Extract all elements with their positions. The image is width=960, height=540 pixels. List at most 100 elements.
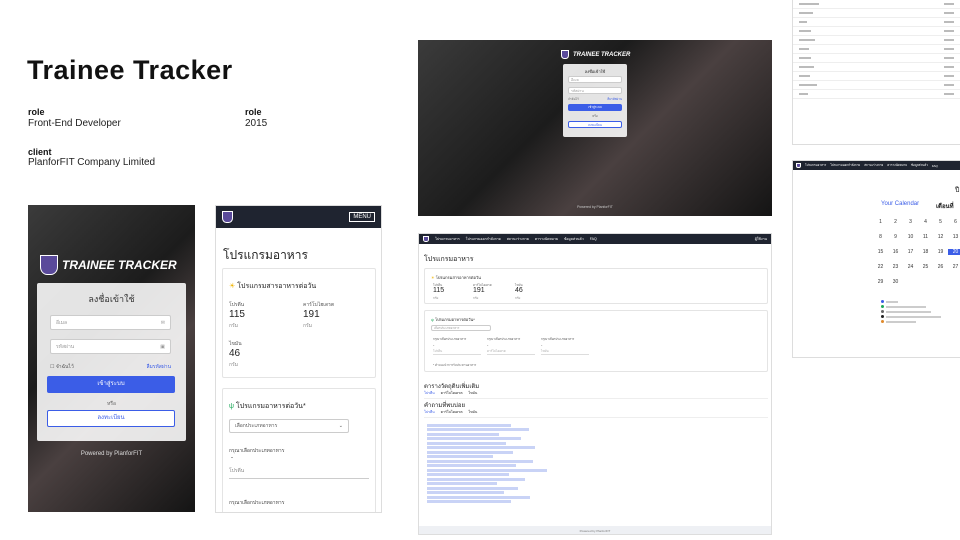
calendar-day[interactable]: 19 [933, 249, 948, 255]
tab-fat[interactable]: ไขมัน [468, 390, 477, 396]
calendar-day[interactable]: 25 [918, 264, 933, 270]
desktop-login-screen: TRAINEE TRACKER ลงชื่อเข้าใช้ อีเมล รหัส… [418, 40, 772, 216]
faq-item[interactable] [427, 486, 519, 490]
faq-item[interactable] [427, 441, 507, 445]
faq-item[interactable] [427, 423, 511, 427]
faq-item[interactable] [427, 464, 516, 467]
faq-item[interactable] [427, 455, 493, 458]
nav-item-exercise[interactable]: โปรแกรมออกกำลังกาย [830, 163, 860, 168]
calendar-day[interactable]: 23 [888, 264, 903, 270]
email-field[interactable]: อีเมล [568, 76, 622, 83]
food-type-select[interactable]: เลือกประเภทอาหาร [431, 325, 491, 331]
legend-item [881, 310, 951, 313]
calendar-day[interactable]: 13 [948, 234, 960, 240]
faq-item[interactable] [427, 428, 529, 431]
faq-item[interactable] [427, 482, 497, 485]
calendar-day[interactable]: 15 [873, 249, 888, 255]
register-button[interactable]: ลงทะเบียน [47, 410, 175, 427]
faq-item[interactable] [427, 500, 511, 503]
legend-text [886, 315, 941, 318]
login-heading: ลงชื่อเข้าใช้ [584, 69, 606, 74]
carb-input[interactable]: คาร์โบไฮเดรต [487, 349, 535, 355]
protein-unit: กรัม [229, 323, 239, 329]
data-table-screen [792, 0, 960, 145]
your-calendar-link[interactable]: Your Calendar [881, 201, 919, 207]
calendar-day[interactable]: 24 [903, 264, 918, 270]
faq-item[interactable] [427, 432, 499, 436]
faq-item[interactable] [427, 473, 509, 476]
carb-value: 191 [303, 309, 320, 320]
tab-carb[interactable]: คาร์โบไฮเดรต [441, 390, 463, 396]
calendar-day[interactable]: 9 [888, 234, 903, 240]
calendar-day-selected[interactable]: 20 [948, 249, 960, 255]
login-button[interactable]: เข้าสู่ระบบ [568, 104, 622, 111]
forgot-link[interactable]: ลืมรหัสผ่าน [146, 363, 171, 371]
faq-item[interactable] [427, 495, 531, 499]
dash-2: - [487, 342, 489, 347]
client-value: PlanforFIT Company Limited [28, 157, 156, 168]
food-type-select[interactable]: เลือกประเภทอาหาร ⌄ [229, 419, 349, 433]
role-value: Front-End Developer [28, 118, 121, 129]
top-navbar: MENU [216, 206, 381, 228]
nav-item-schedule[interactable]: ตารางนัดหมาย [887, 163, 907, 168]
user-menu[interactable]: ผู้ใช้งาน [755, 236, 767, 242]
register-button[interactable]: ลงทะเบียน [568, 121, 622, 128]
nav-item-faq[interactable]: FAQ [590, 237, 597, 241]
fat-input[interactable]: ไขมัน [541, 349, 589, 355]
faq-item[interactable] [427, 477, 526, 481]
calendar-day[interactable]: 1 [873, 219, 888, 225]
calendar-day[interactable]: 4 [918, 219, 933, 225]
password-field[interactable]: รหัสผ่าน ▣ [50, 339, 171, 354]
nav-item-faq[interactable]: FAQ [932, 164, 938, 168]
calendar-day[interactable]: 29 [873, 279, 888, 285]
calendar-day[interactable]: 12 [933, 234, 948, 240]
nav-item-exercise[interactable]: โปรแกรมออกกำลังกาย [466, 236, 501, 242]
nav-item-profile[interactable]: ข้อมูลส่วนตัว [564, 236, 584, 242]
calendar-day[interactable]: 22 [873, 264, 888, 270]
calendar-day[interactable]: 30 [888, 279, 903, 285]
calendar-day[interactable]: 8 [873, 234, 888, 240]
password-field[interactable]: รหัสผ่าน [568, 87, 622, 94]
meal-title: โปรแกรมอาหารต่อวัน* [235, 403, 306, 410]
forgot-link[interactable]: ลืมรหัสผ่าน [607, 97, 622, 102]
faq-tab-fat[interactable]: ไขมัน [468, 409, 477, 415]
year-label: ปี [955, 187, 960, 194]
nav-item-food[interactable]: โปรแกรมอาหาร [435, 236, 460, 242]
col-label-2: กรุณาเลือกประเภทอาหาร [487, 337, 521, 341]
faq-tab-carb[interactable]: คาร์โบไฮเดรต [441, 409, 463, 415]
faq-item[interactable] [427, 459, 533, 463]
faq-tab-protein[interactable]: โปรตีน [424, 409, 435, 415]
calendar-day[interactable]: 2 [888, 219, 903, 225]
calendar-day[interactable]: 10 [903, 234, 918, 240]
menu-button[interactable]: MENU [349, 212, 375, 222]
calendar-day[interactable]: 27 [948, 264, 960, 270]
tab-protein[interactable]: โปรตีน [424, 390, 435, 396]
calendar-day[interactable]: 16 [888, 249, 903, 255]
faq-item[interactable] [427, 491, 504, 494]
faq-item[interactable] [427, 450, 514, 454]
calendar-day[interactable]: 6 [948, 219, 960, 225]
nav-item-food[interactable]: โปรแกรมอาหาร [805, 163, 826, 168]
calendar-day[interactable]: 18 [918, 249, 933, 255]
nav-item-profile[interactable]: ข้อมูลส่วนตัว [911, 163, 928, 168]
faq-item[interactable] [427, 446, 535, 449]
calendar-day[interactable]: 5 [933, 219, 948, 225]
calendar-day[interactable]: 17 [903, 249, 918, 255]
calendar-day[interactable]: 3 [903, 219, 918, 225]
calendar-day[interactable]: 26 [933, 264, 948, 270]
protein-input[interactable]: โปรตีน [229, 467, 369, 479]
row-cell [799, 48, 809, 50]
nav-item-body[interactable]: สถานะร่างกาย [864, 163, 883, 168]
nav-item-body[interactable]: สถานะร่างกาย [507, 236, 529, 242]
email-field[interactable]: อีเมล ✉ [50, 315, 171, 330]
protein-input[interactable]: โปรตีน [433, 349, 481, 355]
faq-item[interactable] [427, 468, 547, 472]
remember-label[interactable]: จำฉันไว้ [568, 97, 579, 102]
calendar-day[interactable]: 11 [918, 234, 933, 240]
carb-unit: กรัม [303, 323, 313, 329]
faq-item[interactable] [427, 437, 521, 440]
legend-item [881, 305, 951, 308]
remember-checkbox[interactable]: ☐ จำฉันไว้ [50, 363, 74, 371]
login-button[interactable]: เข้าสู่ระบบ [47, 376, 175, 393]
nav-item-schedule[interactable]: ตารางนัดหมาย [535, 236, 558, 242]
